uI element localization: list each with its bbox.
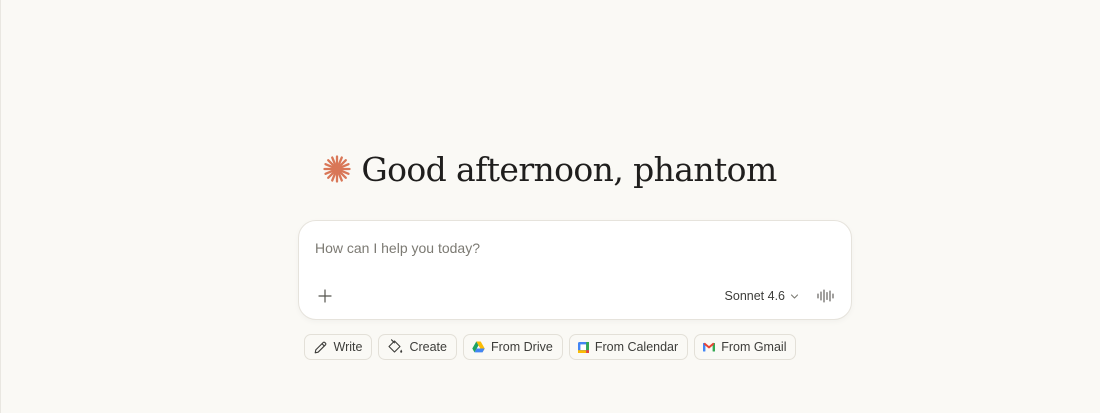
from-drive-chip-label: From Drive [491, 340, 553, 354]
chevron-down-icon [790, 293, 799, 299]
greeting-title: Good afternoon, phantom [361, 149, 777, 189]
from-gmail-chip-label: From Gmail [721, 340, 787, 354]
from-drive-chip[interactable]: From Drive [463, 334, 563, 360]
voice-mode-button[interactable] [815, 285, 837, 307]
google-drive-icon [472, 341, 485, 353]
model-selector[interactable]: Sonnet 4.6 [725, 286, 799, 306]
write-chip-label: Write [333, 340, 363, 354]
create-chip[interactable]: Create [378, 334, 457, 360]
chat-composer: Sonnet 4.6 [298, 220, 852, 320]
add-attachment-button[interactable] [315, 286, 335, 306]
pencil-icon [313, 340, 328, 355]
google-calendar-icon [577, 341, 589, 353]
spark-icon [323, 155, 351, 183]
from-calendar-chip[interactable]: From Calendar [568, 334, 689, 360]
from-gmail-chip[interactable]: From Gmail [694, 334, 797, 360]
from-calendar-chip-label: From Calendar [594, 340, 679, 354]
write-chip[interactable]: Write [303, 334, 373, 360]
plus-icon [318, 289, 332, 303]
gmail-icon [703, 342, 716, 352]
voice-waveform-icon [817, 289, 834, 303]
paint-bucket-icon [387, 339, 403, 355]
chat-input[interactable] [315, 237, 835, 259]
create-chip-label: Create [409, 340, 447, 354]
greeting: Good afternoon, phantom [0, 147, 1100, 191]
model-label: Sonnet 4.6 [724, 289, 785, 303]
suggestion-chips: Write Create From Drive From Calendar Fr… [0, 334, 1100, 360]
